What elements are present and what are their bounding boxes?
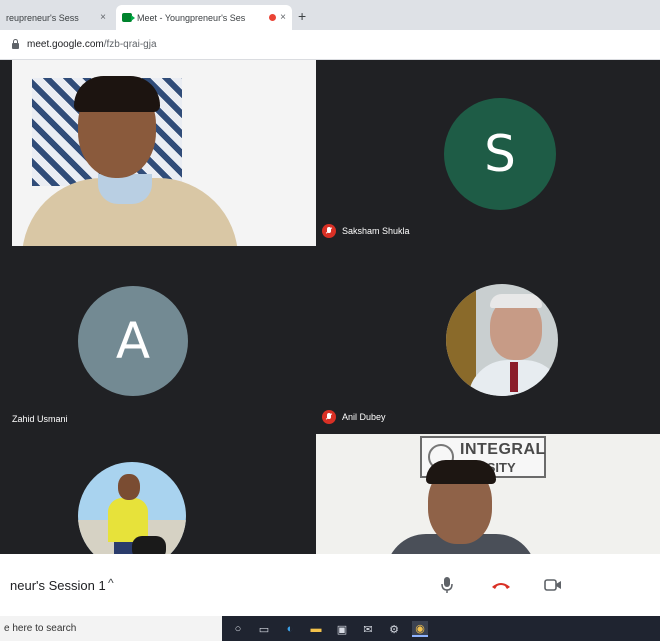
photo-dog	[132, 536, 166, 554]
participant-tile-saksham[interactable]: S Saksham Shukla	[316, 60, 660, 246]
photo-background	[446, 284, 476, 396]
avatar-photo	[78, 462, 186, 554]
participant-name: Zahid Usmani	[12, 414, 68, 424]
close-icon[interactable]: ×	[280, 12, 286, 23]
address-bar[interactable]: meet.google.com/fzb-qrai-gja	[0, 30, 660, 60]
tab-title: Meet - Youngpreneur's Ses	[137, 12, 246, 23]
mic-muted-icon	[322, 410, 336, 424]
avatar-photo	[446, 284, 558, 396]
os-taskbar: e here to search ○ ▭ ◐ ▬ ▣ ✉ ⚙ ◉	[0, 616, 660, 641]
mail-icon[interactable]: ✉	[360, 621, 376, 637]
participant-name-bar: Zahid Usmani	[12, 414, 68, 424]
participant-name: Anil Dubey	[342, 412, 386, 422]
participant-tile-video[interactable]: INTEGRAL VERSITY	[316, 434, 660, 554]
close-icon[interactable]: ×	[100, 12, 106, 23]
taskbar-icons: ○ ▭ ◐ ▬ ▣ ✉ ⚙ ◉	[230, 620, 438, 638]
browser-tab-active[interactable]: Meet - Youngpreneur's Ses ×	[116, 5, 292, 30]
participant-name-bar: Saksham Shukla	[322, 224, 410, 238]
logo-text: INTEGRAL	[460, 441, 546, 458]
mic-button[interactable]	[436, 574, 458, 596]
edge-icon[interactable]: ◐	[282, 621, 298, 637]
participant-video-hair	[426, 460, 496, 484]
participant-video-collar	[98, 174, 152, 204]
mic-icon	[441, 577, 453, 593]
camera-button[interactable]	[542, 574, 564, 596]
cortana-icon[interactable]: ○	[230, 621, 246, 637]
hangup-button[interactable]	[490, 574, 512, 596]
settings-icon[interactable]: ⚙	[386, 621, 402, 637]
avatar: A	[78, 286, 188, 396]
google-meet-icon	[122, 13, 135, 22]
avatar: S	[444, 98, 556, 210]
meeting-title: neur's Session 1	[10, 578, 106, 593]
mic-muted-icon	[322, 224, 336, 238]
file-explorer-icon[interactable]: ▬	[308, 621, 324, 637]
store-icon[interactable]: ▣	[334, 621, 350, 637]
participant-tile-video[interactable]	[12, 60, 316, 246]
meeting-grid: S Saksham Shukla A Zahid Usmani Anil Dub…	[0, 60, 660, 554]
screen: reupreneur's Sess × Meet - Youngpreneur'…	[0, 0, 660, 641]
task-view-icon[interactable]: ▭	[256, 621, 272, 637]
browser-tab-strip: reupreneur's Sess × Meet - Youngpreneur'…	[0, 0, 660, 30]
participant-name-bar: Anil Dubey	[322, 410, 386, 424]
tab-title: reupreneur's Sess	[6, 12, 79, 23]
chrome-icon[interactable]: ◉	[412, 621, 428, 637]
chevron-up-icon[interactable]: ^	[108, 576, 114, 590]
hangup-icon	[492, 583, 510, 589]
participant-tile-photo[interactable]	[12, 434, 316, 554]
new-tab-button[interactable]: +	[298, 8, 306, 24]
meeting-control-bar: neur's Session 1 ^	[0, 554, 660, 616]
browser-tab-inactive[interactable]: reupreneur's Sess ×	[0, 5, 112, 30]
url-path: /fzb-qrai-gja	[103, 39, 157, 50]
taskbar-search-input[interactable]: e here to search	[0, 616, 222, 641]
camera-icon	[544, 579, 561, 591]
participant-tile-anil[interactable]: Anil Dubey	[316, 248, 660, 432]
photo-tie	[510, 362, 518, 392]
participant-name: Saksham Shukla	[342, 226, 410, 236]
participant-tile-zahid[interactable]: A Zahid Usmani	[12, 248, 316, 432]
photo-hair	[490, 294, 542, 308]
lock-icon[interactable]	[12, 38, 19, 49]
participant-video-hair	[74, 76, 160, 112]
url-host: meet.google.com	[27, 39, 104, 50]
photo-head	[118, 474, 140, 500]
recording-icon	[269, 14, 277, 21]
